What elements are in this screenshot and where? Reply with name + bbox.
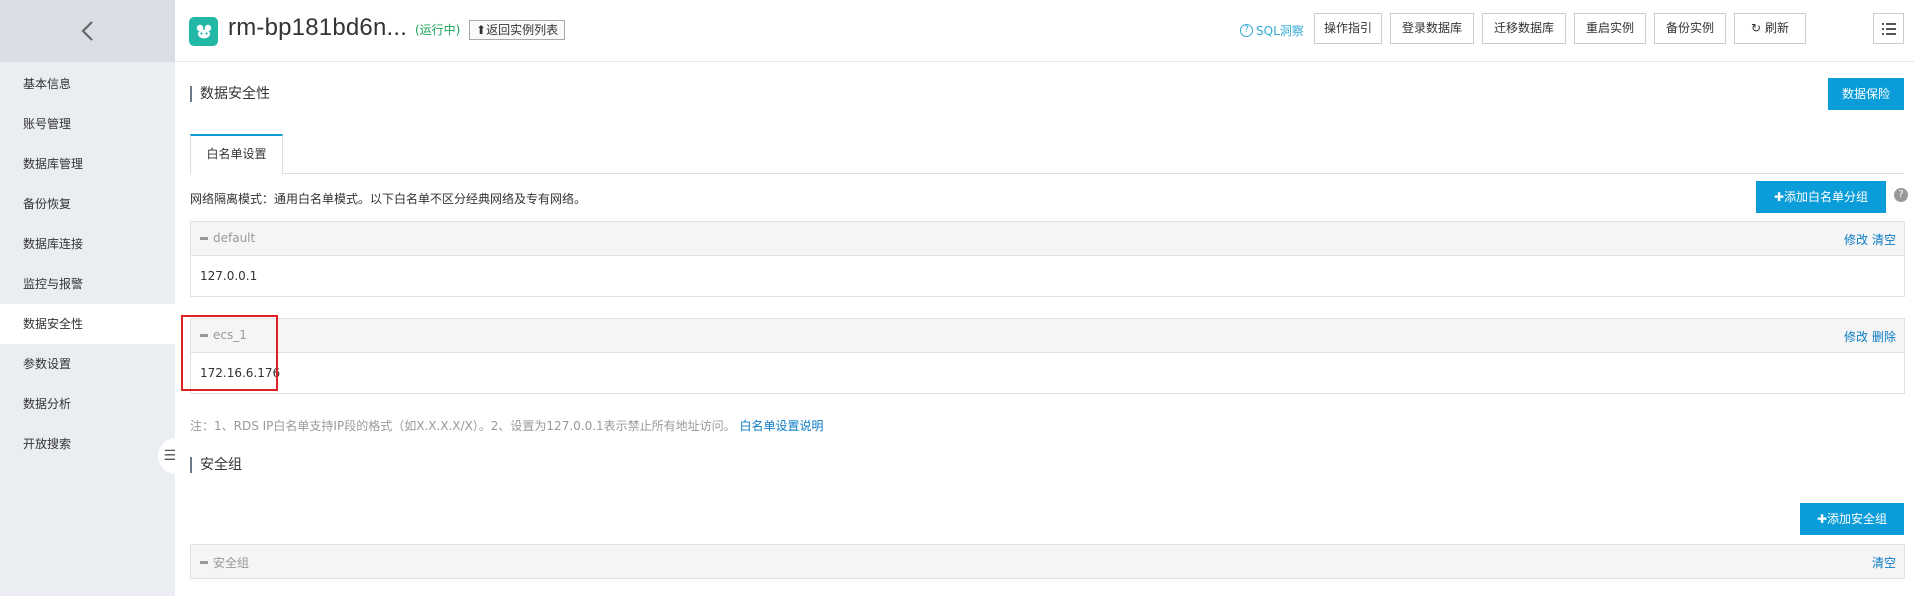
- add-security-group-label: 添加安全组: [1827, 512, 1888, 526]
- group-name[interactable]: default: [200, 231, 255, 245]
- sql-insight-link[interactable]: ? SQL洞察: [1240, 22, 1304, 39]
- sidebar-item-db-connection[interactable]: 数据库连接: [0, 224, 175, 264]
- upload-arrow-icon: ⬆: [476, 23, 487, 37]
- sidebar-item-monitoring[interactable]: 监控与报警: [0, 264, 175, 304]
- group-name-label: ecs_1: [213, 328, 247, 342]
- plus-icon: ✚: [1773, 190, 1785, 204]
- login-database-button[interactable]: 登录数据库: [1390, 13, 1474, 44]
- sidebar-item-databases[interactable]: 数据库管理: [0, 144, 175, 184]
- group-name[interactable]: ecs_1: [200, 328, 247, 342]
- edit-link[interactable]: 修改: [1844, 231, 1868, 248]
- whitelist-help-link[interactable]: 白名单设置说明: [740, 419, 824, 433]
- database-logo-icon: [196, 24, 211, 38]
- group-name-label: default: [213, 231, 256, 245]
- data-insurance-button[interactable]: 数据保险: [1828, 78, 1904, 110]
- group-ip-list: 127.0.0.1: [200, 269, 258, 283]
- sidebar-item-open-search[interactable]: 开放搜索: [0, 424, 175, 464]
- back-to-list-button[interactable]: ⬆返回实例列表: [469, 20, 566, 40]
- group-header: ecs_1 修改 删除: [191, 319, 1904, 353]
- chevron-left-icon: [80, 21, 93, 41]
- group-header: default 修改 清空: [191, 222, 1904, 256]
- sql-insight-label: SQL洞察: [1256, 24, 1304, 38]
- collapse-minus-icon: [200, 561, 208, 564]
- restart-instance-button[interactable]: 重启实例: [1574, 13, 1646, 44]
- list-view-button[interactable]: [1873, 13, 1904, 44]
- backup-instance-button[interactable]: 备份实例: [1654, 13, 1726, 44]
- security-group-title: 安全组: [190, 457, 242, 473]
- group-actions: 修改 清空: [1844, 231, 1896, 248]
- help-icon[interactable]: ?: [1894, 188, 1908, 202]
- collapse-minus-icon: [200, 236, 208, 240]
- migrate-database-button[interactable]: 迁移数据库: [1482, 13, 1566, 44]
- collapse-menu-icon: ☰: [163, 448, 176, 464]
- group-actions: 清空: [1872, 554, 1896, 571]
- whitelist-note: 注：1、RDS IP白名单支持IP段的格式（如X.X.X.X/X）。2、设置为1…: [190, 417, 824, 434]
- group-name-label: 安全组: [213, 556, 250, 570]
- instance-name: rm-bp181bd6n...: [228, 14, 408, 41]
- delete-link[interactable]: 删除: [1872, 328, 1896, 345]
- back-nav-button[interactable]: [0, 0, 175, 62]
- sidebar-item-data-analysis[interactable]: 数据分析: [0, 384, 175, 424]
- group-header: 安全组 清空: [191, 545, 1904, 579]
- edit-link[interactable]: 修改: [1844, 328, 1868, 345]
- operation-guide-button[interactable]: 操作指引: [1314, 13, 1382, 44]
- collapse-minus-icon: [200, 333, 208, 337]
- add-security-group-button[interactable]: ✚添加安全组: [1800, 503, 1904, 535]
- refresh-label: 刷新: [1764, 21, 1789, 35]
- question-circle-icon: ?: [1240, 24, 1253, 37]
- sidebar-item-backup-restore[interactable]: 备份恢复: [0, 184, 175, 224]
- clear-link[interactable]: 清空: [1872, 231, 1896, 248]
- tab-whitelist-settings[interactable]: 白名单设置: [190, 134, 283, 175]
- group-ip-list: 172.16.6.176: [200, 366, 281, 380]
- back-to-list-label: 返回实例列表: [486, 23, 559, 37]
- page-title: 数据安全性: [190, 86, 270, 102]
- refresh-icon: ↻: [1751, 21, 1762, 35]
- instance-icon: [189, 17, 218, 46]
- list-icon: [1881, 22, 1896, 35]
- group-name[interactable]: 安全组: [200, 554, 249, 571]
- sidebar-menu: 基本信息 账号管理 数据库管理 备份恢复 数据库连接 监控与报警 数据安全性 参…: [0, 64, 175, 464]
- header: rm-bp181bd6n... (运行中) ⬆返回实例列表 ? SQL洞察 操作…: [175, 0, 1914, 62]
- add-whitelist-group-label: 添加白名单分组: [1784, 190, 1869, 204]
- tab-bar: 白名单设置: [190, 134, 1904, 175]
- whitelist-group-default: default 修改 清空 127.0.0.1: [190, 221, 1905, 297]
- sidebar-item-parameters[interactable]: 参数设置: [0, 344, 175, 384]
- plus-icon: ✚: [1816, 512, 1828, 526]
- note-text: 注：1、RDS IP白名单支持IP段的格式（如X.X.X.X/X）。2、设置为1…: [190, 419, 736, 433]
- sidebar-item-basic-info[interactable]: 基本信息: [0, 64, 175, 104]
- security-group-panel: 安全组 清空: [190, 544, 1905, 579]
- instance-status-badge: (运行中): [415, 23, 461, 37]
- network-mode-text: 网络隔离模式：通用白名单模式。以下白名单不区分经典网络及专有网络。: [190, 192, 587, 206]
- sidebar-item-data-security[interactable]: 数据安全性: [0, 304, 175, 344]
- clear-link[interactable]: 清空: [1872, 554, 1896, 571]
- whitelist-group-ecs-1: ecs_1 修改 删除 172.16.6.176: [190, 318, 1905, 394]
- sidebar: 基本信息 账号管理 数据库管理 备份恢复 数据库连接 监控与报警 数据安全性 参…: [0, 0, 175, 596]
- refresh-button[interactable]: ↻ 刷新: [1734, 13, 1806, 44]
- group-actions: 修改 删除: [1844, 328, 1896, 345]
- sidebar-item-accounts[interactable]: 账号管理: [0, 104, 175, 144]
- add-whitelist-group-button[interactable]: ✚添加白名单分组: [1756, 181, 1886, 213]
